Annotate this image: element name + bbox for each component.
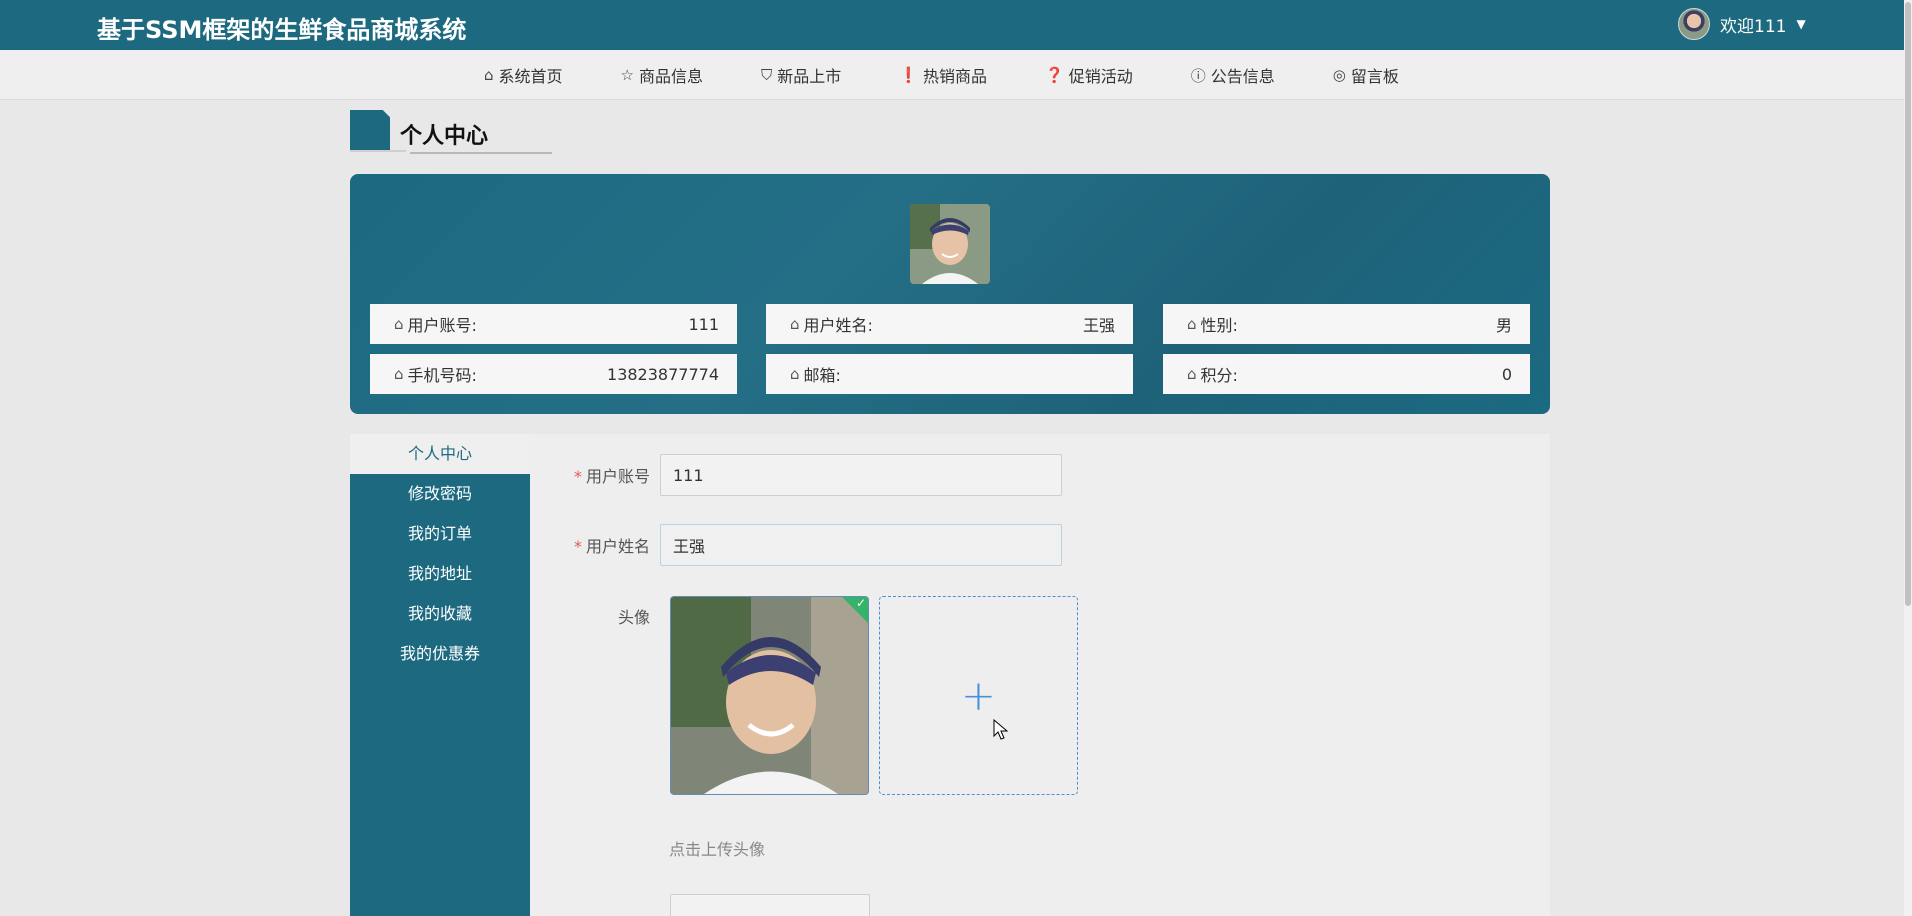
- nav-item-promo[interactable]: ❓ 促销活动: [1045, 63, 1133, 87]
- scrollbar-thumb[interactable]: [1905, 2, 1911, 606]
- sidebar-item-favorites[interactable]: 我的收藏: [350, 594, 530, 634]
- info-value: 王强: [1082, 316, 1115, 335]
- section-title: 个人中心: [350, 110, 552, 155]
- info-username: ⌂ 用户账号: 111: [370, 304, 737, 344]
- section-marker: [350, 110, 390, 150]
- info-label: 性别:: [1200, 316, 1238, 335]
- info-label: 积分:: [1200, 366, 1238, 385]
- info-label: 手机号码:: [407, 366, 477, 385]
- user-avatar[interactable]: [1678, 8, 1710, 40]
- question-icon: ❓: [1045, 66, 1064, 84]
- nav-label: 热销商品: [922, 67, 987, 86]
- home-icon: ⌂: [1187, 315, 1197, 333]
- user-menu[interactable]: 欢迎111 ▼: [1678, 8, 1806, 40]
- nav-label: 系统首页: [498, 67, 563, 86]
- caret-down-icon[interactable]: ▼: [1796, 17, 1805, 31]
- nav-item-messages[interactable]: ◎ 留言板: [1333, 63, 1399, 87]
- info-value: 13823877774: [607, 364, 719, 384]
- page-scrollbar[interactable]: [1904, 0, 1912, 916]
- nav-item-hot[interactable]: ❗ 热销商品: [899, 63, 987, 87]
- home-icon: ⌂: [1187, 365, 1197, 383]
- info-label: 邮箱:: [803, 366, 841, 385]
- realname-label: * 用户姓名: [573, 537, 650, 556]
- sidebar-item-coupons[interactable]: 我的优惠券: [350, 634, 530, 674]
- info-email: ⌂ 邮箱:: [766, 354, 1133, 394]
- nav-item-home[interactable]: ⌂ 系统首页: [484, 63, 563, 87]
- home-icon: ⌂: [394, 315, 404, 333]
- nav-label: 新品上市: [777, 67, 842, 86]
- profile-photo: [910, 204, 990, 284]
- info-value: 0: [1501, 364, 1512, 384]
- info-phone: ⌂ 手机号码: 13823877774: [370, 354, 737, 394]
- nav-label: 商品信息: [639, 67, 704, 86]
- uploaded-avatar[interactable]: ✓: [670, 596, 869, 795]
- home-icon: ⌂: [484, 66, 494, 84]
- sidebar-item-address[interactable]: 我的地址: [350, 554, 530, 594]
- top-header: 基于SSM框架的生鲜食品商城系统 欢迎111 ▼: [0, 0, 1904, 50]
- divider: [410, 152, 552, 154]
- upload-avatar-button[interactable]: +: [879, 596, 1078, 795]
- info-label: 用户账号:: [407, 316, 477, 335]
- upload-hint: 点击上传头像: [669, 840, 766, 859]
- sidebar-item-orders[interactable]: 我的订单: [350, 514, 530, 554]
- nav-item-new[interactable]: ⛉ 新品上市: [761, 63, 841, 87]
- alert-icon: ❗: [899, 66, 918, 84]
- profile-banner: ⌂ 用户账号: 111 ⌂ 用户姓名: 王强 ⌂ 性别: 男 ⌂ 手机号码: 1…: [350, 174, 1550, 414]
- nav-label: 留言板: [1350, 67, 1399, 86]
- info-value: 111: [688, 314, 719, 334]
- realname-input[interactable]: [660, 524, 1062, 566]
- form-row-realname: * 用户姓名: [520, 524, 1062, 566]
- form-row-avatar: 头像: [520, 604, 660, 628]
- avatar-image: [671, 597, 868, 794]
- form-row-username: * 用户账号: [520, 454, 1062, 496]
- home-icon: ⌂: [394, 365, 404, 383]
- next-field[interactable]: [670, 894, 870, 916]
- nav-label: 促销活动: [1068, 67, 1133, 86]
- sidebar-item-password[interactable]: 修改密码: [350, 474, 530, 514]
- star-icon: ☆: [620, 66, 634, 84]
- avatar-label: 头像: [617, 608, 650, 627]
- nav-label: 公告信息: [1210, 67, 1275, 86]
- bag-icon: ⛉: [761, 66, 773, 84]
- home-icon: ⌂: [790, 315, 800, 333]
- page-title: 个人中心: [400, 124, 489, 149]
- plus-icon: +: [960, 671, 997, 720]
- nav-item-products[interactable]: ☆ 商品信息: [621, 63, 703, 87]
- message-icon: ◎: [1332, 66, 1346, 84]
- home-icon: ⌂: [790, 365, 800, 383]
- nav-item-notice[interactable]: ⓘ 公告信息: [1191, 63, 1275, 87]
- main-nav: ⌂ 系统首页 ☆ 商品信息 ⛉ 新品上市 ❗ 热销商品 ❓ 促销活动 ⓘ 公告信…: [0, 50, 1904, 100]
- username-label: * 用户账号: [573, 467, 650, 486]
- username-input[interactable]: [660, 454, 1062, 496]
- info-gender: ⌂ 性别: 男: [1163, 304, 1530, 344]
- info-icon: ⓘ: [1190, 66, 1206, 85]
- info-realname: ⌂ 用户姓名: 王强: [766, 304, 1133, 344]
- info-label: 用户姓名:: [803, 316, 873, 335]
- info-points: ⌂ 积分: 0: [1163, 354, 1530, 394]
- site-title: 基于SSM框架的生鲜食品商城系统: [97, 16, 467, 44]
- info-value: 男: [1495, 316, 1512, 335]
- divider: [350, 150, 406, 152]
- welcome-text[interactable]: 欢迎111: [1720, 12, 1786, 37]
- user-sidebar: 个人中心 修改密码 我的订单 我的地址 我的收藏 我的优惠券: [350, 434, 530, 916]
- mouse-cursor-icon: [993, 719, 1009, 740]
- sidebar-item-profile[interactable]: 个人中心: [350, 434, 530, 474]
